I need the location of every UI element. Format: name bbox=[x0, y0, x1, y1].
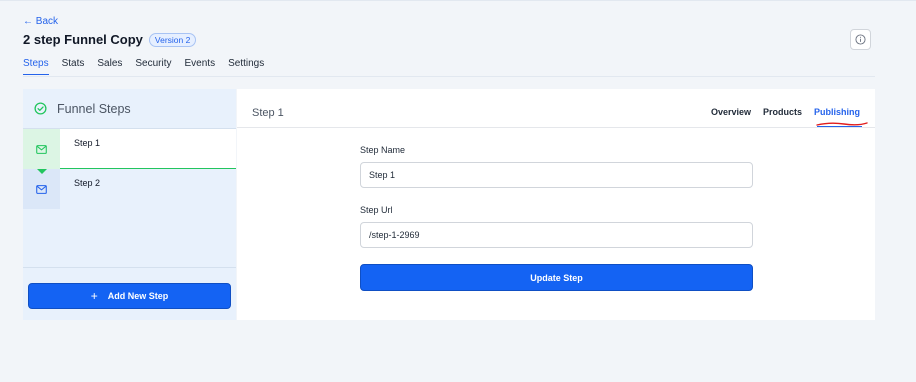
info-icon bbox=[855, 34, 866, 45]
back-label: ← Back bbox=[23, 16, 59, 27]
step-detail-panel: Step 1 Overview Products Publishing Step… bbox=[237, 89, 875, 320]
active-step-caret bbox=[37, 169, 47, 174]
tabs-divider bbox=[23, 76, 875, 77]
page-title: 2 step Funnel Copy bbox=[23, 32, 143, 47]
funnel-steps-title: Funnel Steps bbox=[57, 101, 131, 116]
update-step-label: Update Step bbox=[530, 272, 583, 283]
funnel-steps-header: Funnel Steps bbox=[23, 89, 236, 129]
tab-events[interactable]: Events bbox=[185, 58, 216, 75]
tab-stats[interactable]: Stats bbox=[62, 58, 85, 75]
title-row: 2 step Funnel Copy Version 2 bbox=[23, 32, 197, 47]
tab-steps[interactable]: Steps bbox=[23, 58, 49, 75]
step-url-input[interactable] bbox=[360, 222, 753, 248]
publishing-annotation-underline bbox=[816, 122, 868, 127]
step-icon-box bbox=[23, 129, 60, 169]
tab-settings[interactable]: Settings bbox=[228, 58, 264, 75]
step-item-label: Step 2 bbox=[74, 178, 101, 188]
update-step-button[interactable]: Update Step bbox=[360, 264, 753, 291]
add-new-step-button[interactable]: + Add New Step bbox=[28, 283, 231, 309]
info-button[interactable] bbox=[850, 29, 871, 50]
step-item-2[interactable]: Step 2 bbox=[23, 169, 236, 209]
plus-icon: + bbox=[90, 289, 98, 303]
step-item-label: Step 1 bbox=[74, 138, 101, 148]
mail-icon bbox=[36, 144, 47, 154]
tab-sales[interactable]: Sales bbox=[97, 58, 122, 75]
back-link[interactable]: ← Back bbox=[23, 16, 58, 27]
tab-publishing[interactable]: Publishing bbox=[814, 107, 860, 117]
step-icon-box bbox=[23, 169, 60, 209]
add-new-step-label: Add New Step bbox=[107, 291, 169, 301]
step-detail-tabs: Overview Products Publishing bbox=[711, 107, 860, 117]
step-detail-title: Step 1 bbox=[252, 107, 284, 119]
step-name-input[interactable] bbox=[360, 162, 753, 188]
top-divider bbox=[0, 0, 916, 1]
tab-security[interactable]: Security bbox=[135, 58, 171, 75]
funnel-tabs: Steps Stats Sales Security Events Settin… bbox=[23, 58, 277, 75]
tab-products[interactable]: Products bbox=[763, 107, 802, 117]
version-badge: Version 2 bbox=[148, 32, 197, 47]
steps-footer-divider bbox=[23, 267, 236, 268]
step-name-label: Step Name bbox=[360, 145, 406, 155]
check-circle-icon bbox=[34, 102, 47, 115]
tab-overview[interactable]: Overview bbox=[711, 107, 751, 117]
step-item-1[interactable]: Step 1 bbox=[23, 129, 236, 174]
funnel-steps-panel: Funnel Steps Step 1 Step 2 + Add New Ste… bbox=[23, 89, 236, 320]
mail-icon bbox=[36, 184, 47, 194]
step-url-label: Step Url bbox=[360, 205, 393, 215]
step-detail-header: Step 1 Overview Products Publishing bbox=[237, 89, 875, 128]
